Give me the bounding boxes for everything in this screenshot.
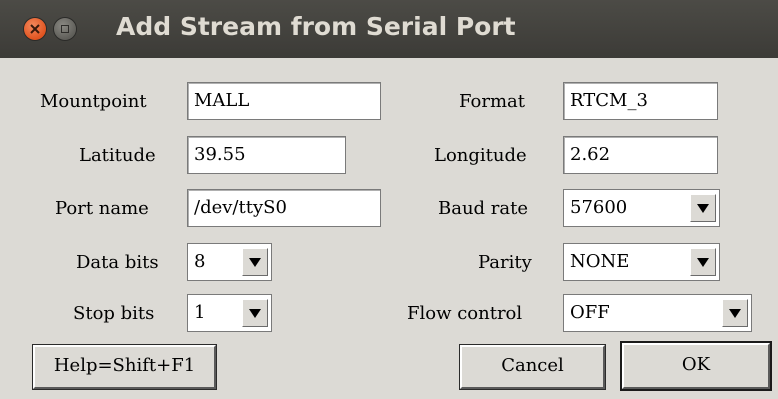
- flow-control-value: OFF: [570, 302, 610, 323]
- format-label: Format: [459, 91, 525, 112]
- data-bits-value: 8: [194, 251, 206, 272]
- longitude-input[interactable]: 2.62: [563, 136, 718, 174]
- close-icon[interactable]: [24, 18, 46, 40]
- data-bits-select[interactable]: 8: [187, 243, 272, 281]
- stop-bits-select[interactable]: 1: [187, 294, 272, 332]
- chevron-down-icon[interactable]: [690, 194, 716, 222]
- baud-rate-select[interactable]: 57600: [563, 189, 720, 227]
- flow-control-label: Flow control: [407, 303, 523, 324]
- title-bar: Add Stream from Serial Port: [0, 0, 778, 58]
- parity-label: Parity: [478, 252, 532, 273]
- latitude-input[interactable]: 39.55: [187, 136, 346, 174]
- chevron-down-icon[interactable]: [722, 299, 748, 327]
- longitude-label: Longitude: [434, 145, 527, 166]
- flow-control-select[interactable]: OFF: [563, 294, 752, 332]
- baud-rate-label: Baud rate: [438, 198, 529, 219]
- chevron-down-icon[interactable]: [690, 248, 716, 276]
- latitude-label: Latitude: [79, 145, 156, 166]
- cancel-button[interactable]: Cancel: [460, 345, 605, 389]
- ok-button[interactable]: OK: [622, 343, 770, 389]
- mountpoint-input[interactable]: MALL: [187, 82, 381, 120]
- port-name-input[interactable]: /dev/ttyS0: [187, 189, 381, 227]
- baud-rate-value: 57600: [570, 197, 628, 218]
- dialog-window: Add Stream from Serial Port Mountpoint M…: [0, 0, 778, 399]
- format-input[interactable]: RTCM_3: [563, 82, 718, 120]
- minimize-icon[interactable]: [54, 18, 76, 40]
- stop-bits-value: 1: [194, 302, 206, 323]
- stop-bits-label: Stop bits: [73, 303, 155, 324]
- window-title: Add Stream from Serial Port: [116, 12, 516, 41]
- chevron-down-icon[interactable]: [242, 248, 268, 276]
- port-name-label: Port name: [55, 198, 149, 219]
- data-bits-label: Data bits: [76, 252, 159, 273]
- help-button[interactable]: Help=Shift+F1: [33, 345, 216, 389]
- parity-value: NONE: [570, 251, 630, 272]
- chevron-down-icon[interactable]: [242, 299, 268, 327]
- parity-select[interactable]: NONE: [563, 243, 720, 281]
- mountpoint-label: Mountpoint: [40, 91, 147, 112]
